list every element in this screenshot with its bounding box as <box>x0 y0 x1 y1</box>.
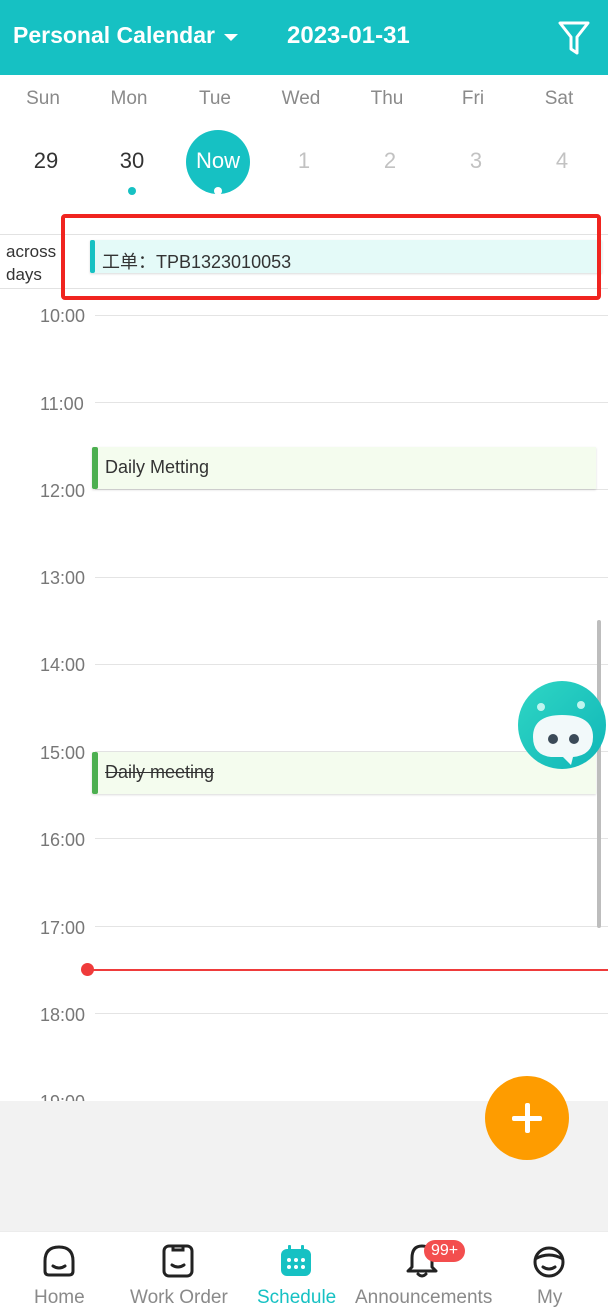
event-title: Daily Metting <box>105 457 210 477</box>
nav-work-order[interactable]: Work Order <box>118 1231 238 1316</box>
weekday-tue: Tue <box>198 88 232 109</box>
robot-assistant-icon[interactable] <box>517 681 608 771</box>
current-time-line <box>88 969 608 971</box>
event-indicator-dot <box>214 187 222 195</box>
day-30[interactable]: 30 <box>89 148 175 174</box>
calendar-icon <box>281 1245 311 1276</box>
add-event-button[interactable] <box>485 1076 569 1160</box>
hour-gridline <box>95 402 608 403</box>
weekday-mon: Mon <box>110 88 148 109</box>
hour-label: 13:00 <box>40 568 86 588</box>
chevron-down-icon[interactable] <box>224 34 238 41</box>
home-icon <box>43 1245 75 1277</box>
nav-home[interactable]: Home <box>0 1231 118 1316</box>
weekday-wed: Wed <box>281 88 321 109</box>
nav-my[interactable]: My <box>494 1231 608 1316</box>
hour-label: 15:00 <box>40 743 86 763</box>
nav-label: My <box>537 1287 563 1308</box>
current-date[interactable]: 2023-01-31 <box>287 22 410 50</box>
hour-gridline <box>95 926 608 927</box>
weekday-thu: Thu <box>370 88 404 109</box>
scrollbar[interactable] <box>597 620 601 928</box>
day-3[interactable]: 3 <box>433 148 519 174</box>
hour-label: 14:00 <box>40 655 86 675</box>
event-color-bar <box>92 447 98 489</box>
across-days-label: across days <box>6 242 57 284</box>
hour-gridline <box>95 838 608 839</box>
hour-label: 18:00 <box>40 1005 86 1025</box>
hour-label: 17:00 <box>40 918 86 938</box>
hour-gridline <box>95 489 608 490</box>
hour-label: 11:00 <box>40 394 84 414</box>
nav-announcements[interactable]: Announcements <box>354 1231 494 1316</box>
day-1[interactable]: 1 <box>261 148 347 174</box>
hour-gridline <box>95 315 608 316</box>
weekday-fri: Fri <box>461 88 485 109</box>
nav-schedule[interactable]: Schedule <box>238 1231 354 1316</box>
hour-label: 12:00 <box>40 481 86 501</box>
highlight-box <box>61 214 601 300</box>
nav-label: Home <box>34 1287 85 1308</box>
day-29[interactable]: 29 <box>3 148 89 174</box>
nav-label: Schedule <box>257 1287 337 1308</box>
notification-badge: 99+ <box>424 1240 466 1262</box>
profile-icon <box>533 1246 565 1278</box>
day-4[interactable]: 4 <box>519 148 605 174</box>
clipboard-icon <box>162 1244 194 1278</box>
day-2[interactable]: 2 <box>347 148 433 174</box>
filter-icon[interactable] <box>558 20 590 56</box>
day-today[interactable]: Now <box>186 148 250 174</box>
event-daily-metting[interactable]: Daily Metting <box>92 447 596 489</box>
event-indicator-dot <box>128 187 136 195</box>
event-title: Daily meeting <box>105 762 215 782</box>
hour-gridline <box>95 577 608 578</box>
calendar-selector[interactable]: Personal Calendar <box>13 22 215 49</box>
nav-label: Announcements <box>355 1287 493 1308</box>
hour-label: 10:00 <box>40 306 86 326</box>
hour-gridline <box>95 664 608 665</box>
weekday-sun: Sun <box>26 88 60 109</box>
event-color-bar <box>92 752 98 794</box>
weekday-sat: Sat <box>544 88 574 109</box>
current-time-dot <box>81 963 94 976</box>
hour-label: 16:00 <box>40 830 86 850</box>
nav-label: Work Order <box>130 1287 228 1308</box>
hour-gridline <box>95 1013 608 1014</box>
